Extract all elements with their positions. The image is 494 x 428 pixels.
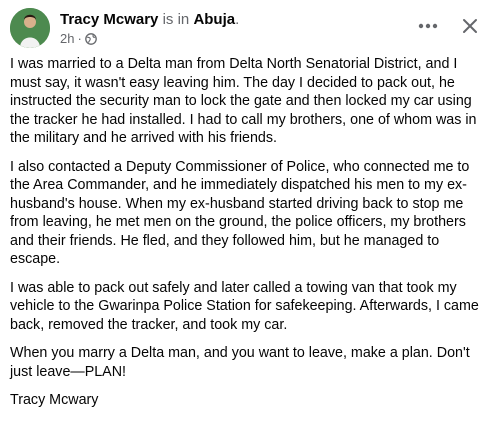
post-paragraph: I also contacted a Deputy Commissioner o… bbox=[10, 158, 470, 268]
post-meta: Tracy Mcwary is in Abuja. 2h · bbox=[60, 10, 239, 47]
facebook-post: Tracy Mcwary is in Abuja. 2h · I was mar… bbox=[0, 0, 494, 428]
post-subline: 2h · bbox=[60, 31, 239, 47]
post-signature: Tracy Mcwary bbox=[10, 392, 99, 408]
post-body: I was married to a Delta man from Delta … bbox=[10, 55, 486, 420]
is-in-label: is in bbox=[162, 11, 190, 28]
more-options-icon[interactable] bbox=[414, 12, 442, 40]
post-timestamp[interactable]: 2h bbox=[60, 31, 74, 47]
author-line: Tracy Mcwary is in Abuja. bbox=[60, 10, 239, 29]
globe-icon[interactable] bbox=[84, 33, 97, 45]
author-avatar[interactable] bbox=[10, 8, 50, 48]
post-header: Tracy Mcwary is in Abuja. 2h · bbox=[10, 4, 484, 50]
separator-dot: · bbox=[77, 31, 82, 46]
post-paragraph: When you marry a Delta man, and you want… bbox=[10, 345, 470, 380]
post-paragraph: I was married to a Delta man from Delta … bbox=[10, 56, 477, 146]
post-paragraph: I was able to pack out safely and later … bbox=[10, 279, 479, 333]
post-actions bbox=[414, 12, 484, 40]
author-name[interactable]: Tracy Mcwary bbox=[60, 11, 158, 28]
location-link[interactable]: Abuja bbox=[193, 11, 235, 28]
close-icon[interactable] bbox=[456, 12, 484, 40]
location-period: . bbox=[235, 11, 240, 28]
